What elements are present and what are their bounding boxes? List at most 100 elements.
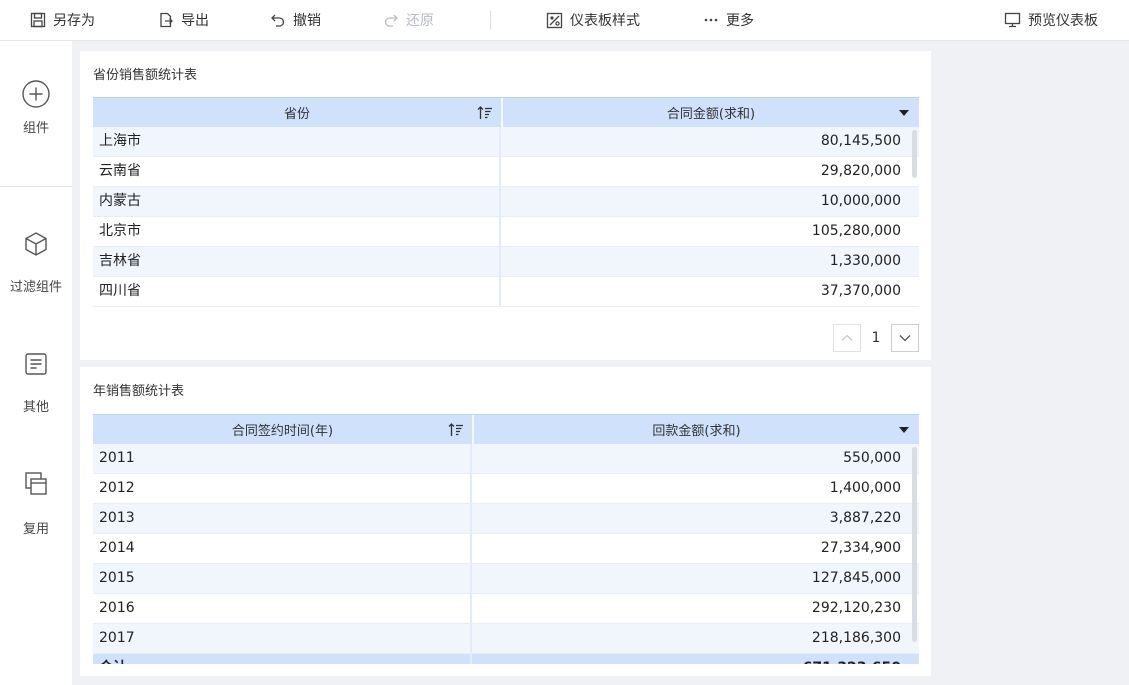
table-row[interactable]: 四川省 37,370,000 — [93, 277, 919, 307]
pagination: 1 — [833, 324, 919, 352]
table-body: 2011 550,000 2012 1,400,000 2013 3,887,220 201… — [93, 444, 919, 664]
table-row[interactable]: 吉林省 1,330,000 — [93, 247, 919, 277]
save-as-button[interactable]: 另存为 — [30, 0, 95, 40]
table-cell: 2013 — [93, 504, 472, 533]
table-cell-value: 671,323,650 — [472, 654, 919, 664]
column-header-signing-year[interactable]: 合同签约时间(年) — [93, 415, 472, 444]
table-total-row[interactable]: 合计671,323,650 — [93, 654, 919, 664]
table-row[interactable]: 2011 550,000 — [93, 444, 919, 474]
table-cell: 2012 — [93, 474, 472, 503]
table-cell-value: 37,370,000 — [820, 283, 901, 299]
sidebar-item-reuse[interactable]: 复用 — [0, 471, 72, 537]
chevron-up-icon — [841, 334, 853, 341]
save-as-label: 另存为 — [53, 13, 95, 29]
component-sidebar: 组件 过滤组件 其他 复用 — [0, 41, 72, 685]
undo-icon — [271, 14, 285, 27]
prev-page-button[interactable] — [833, 324, 861, 352]
save-icon — [30, 12, 46, 28]
undo-label: 撤销 — [293, 13, 321, 29]
table-cell: 北京市 — [93, 217, 501, 246]
sidebar-item-components[interactable]: 组件 — [0, 79, 72, 136]
undo-button[interactable]: 撤销 — [270, 0, 321, 40]
table-row[interactable]: 上海市 80,145,500 — [93, 127, 919, 157]
cube-icon — [25, 232, 47, 256]
column-header-label: 合同签约时间(年) — [231, 424, 334, 439]
table-row[interactable]: 云南省 29,820,000 — [93, 157, 919, 187]
annual-sales-widget[interactable]: 年销售额统计表 合同签约时间(年) 回款金额(求和) 2011 550,000 20… — [80, 367, 931, 676]
export-icon — [160, 12, 173, 28]
next-page-button[interactable] — [891, 324, 919, 352]
table-cell: 内蒙古 — [93, 187, 501, 216]
sidebar-item-filter-components[interactable]: 过滤组件 — [0, 231, 72, 295]
redo-icon — [384, 14, 398, 27]
table-cell-value: 218,186,300 — [811, 630, 901, 646]
redo-button[interactable]: 还原 — [383, 0, 434, 40]
column-header-payment-amount[interactable]: 回款金额(求和) — [472, 415, 919, 444]
table-row[interactable]: 2015 127,845,000 — [93, 564, 919, 594]
table-cell-value: 29,820,000 — [820, 163, 901, 179]
table-cell-value: 1,330,000 — [829, 253, 901, 269]
dashboard-style-button[interactable]: 仪表板样式 — [546, 0, 640, 40]
sidebar-label-other: 其他 — [22, 400, 49, 415]
table-cell: 2017 — [93, 624, 472, 653]
current-page-number: 1 — [871, 330, 881, 346]
table-header: 省份 合同金额(求和) — [93, 97, 919, 127]
table-cell-value: 10,000,000 — [820, 193, 901, 209]
table-cell: 合计 — [93, 654, 472, 664]
table-cell: 2015 — [93, 564, 472, 593]
preview-dashboard-button[interactable]: 预览仪表板 — [1004, 0, 1098, 40]
table-header: 合同签约时间(年) 回款金额(求和) — [93, 414, 919, 444]
table-scrollbar[interactable] — [912, 130, 917, 178]
province-sales-table: 省份 合同金额(求和) 上海市 80,145,500 云南省 29,820,000 内蒙… — [93, 97, 919, 312]
more-dots-icon — [704, 18, 718, 22]
column-header-province[interactable]: 省份 — [93, 98, 501, 127]
province-sales-widget[interactable]: 省份销售额统计表 省份 合同金额(求和) 上海市 80,145,500 云南省 29,… — [80, 51, 931, 360]
table-row[interactable]: 2014 27,334,900 — [93, 534, 919, 564]
widget-title: 年销售额统计表 — [93, 384, 185, 399]
monitor-icon — [1004, 12, 1021, 28]
table-row[interactable]: 北京市 105,280,000 — [93, 217, 919, 247]
table-cell-value: 27,334,900 — [820, 540, 901, 556]
table-cell-value: 1,400,000 — [829, 480, 901, 496]
column-header-label: 回款金额(求和) — [652, 424, 741, 439]
sidebar-label-reuse: 复用 — [22, 522, 49, 537]
column-header-label: 合同金额(求和) — [666, 107, 756, 122]
table-row[interactable]: 2017 218,186,300 — [93, 624, 919, 654]
sidebar-label-filter-components: 过滤组件 — [9, 280, 62, 295]
table-cell: 四川省 — [93, 277, 501, 306]
dashboard-style-label: 仪表板样式 — [570, 13, 640, 29]
table-body: 上海市 80,145,500 云南省 29,820,000 内蒙古 10,000,000 北… — [93, 127, 919, 312]
table-cell: 2016 — [93, 594, 472, 623]
table-cell: 云南省 — [93, 157, 501, 186]
widget-title: 省份销售额统计表 — [93, 68, 198, 83]
preview-dashboard-label: 预览仪表板 — [1028, 13, 1098, 29]
document-icon — [25, 353, 47, 375]
more-button[interactable]: 更多 — [703, 0, 754, 40]
sidebar-item-other[interactable]: 其他 — [0, 352, 72, 415]
column-header-contract-amount[interactable]: 合同金额(求和) — [501, 98, 919, 127]
table-row[interactable]: 内蒙古 10,000,000 — [93, 187, 919, 217]
toolbar-divider — [490, 11, 491, 30]
sort-icon[interactable] — [477, 106, 493, 120]
table-scrollbar[interactable] — [912, 447, 917, 642]
table-row[interactable]: 2013 3,887,220 — [93, 504, 919, 534]
dropdown-caret-icon[interactable] — [899, 110, 909, 116]
table-cell-value: 3,887,220 — [829, 510, 901, 526]
table-row[interactable]: 2012 1,400,000 — [93, 474, 919, 504]
column-header-label: 省份 — [283, 107, 310, 122]
table-cell-value: 292,120,230 — [811, 600, 901, 616]
table-cell: 吉林省 — [93, 247, 501, 276]
sort-icon[interactable] — [448, 423, 464, 437]
table-cell: 上海市 — [93, 127, 501, 156]
table-cell-value: 80,145,500 — [820, 133, 901, 149]
dropdown-caret-icon[interactable] — [899, 427, 909, 433]
annual-sales-table: 合同签约时间(年) 回款金额(求和) 2011 550,000 2012 1,400,… — [93, 414, 919, 664]
table-cell-value: 550,000 — [843, 450, 901, 466]
table-row[interactable]: 2016 292,120,230 — [93, 594, 919, 624]
export-button[interactable]: 导出 — [158, 0, 209, 40]
table-cell-value: 127,845,000 — [811, 570, 901, 586]
palette-icon — [546, 12, 563, 28]
table-cell: 2011 — [93, 444, 472, 473]
copy-layers-icon — [25, 472, 47, 495]
chevron-down-icon — [899, 335, 911, 342]
